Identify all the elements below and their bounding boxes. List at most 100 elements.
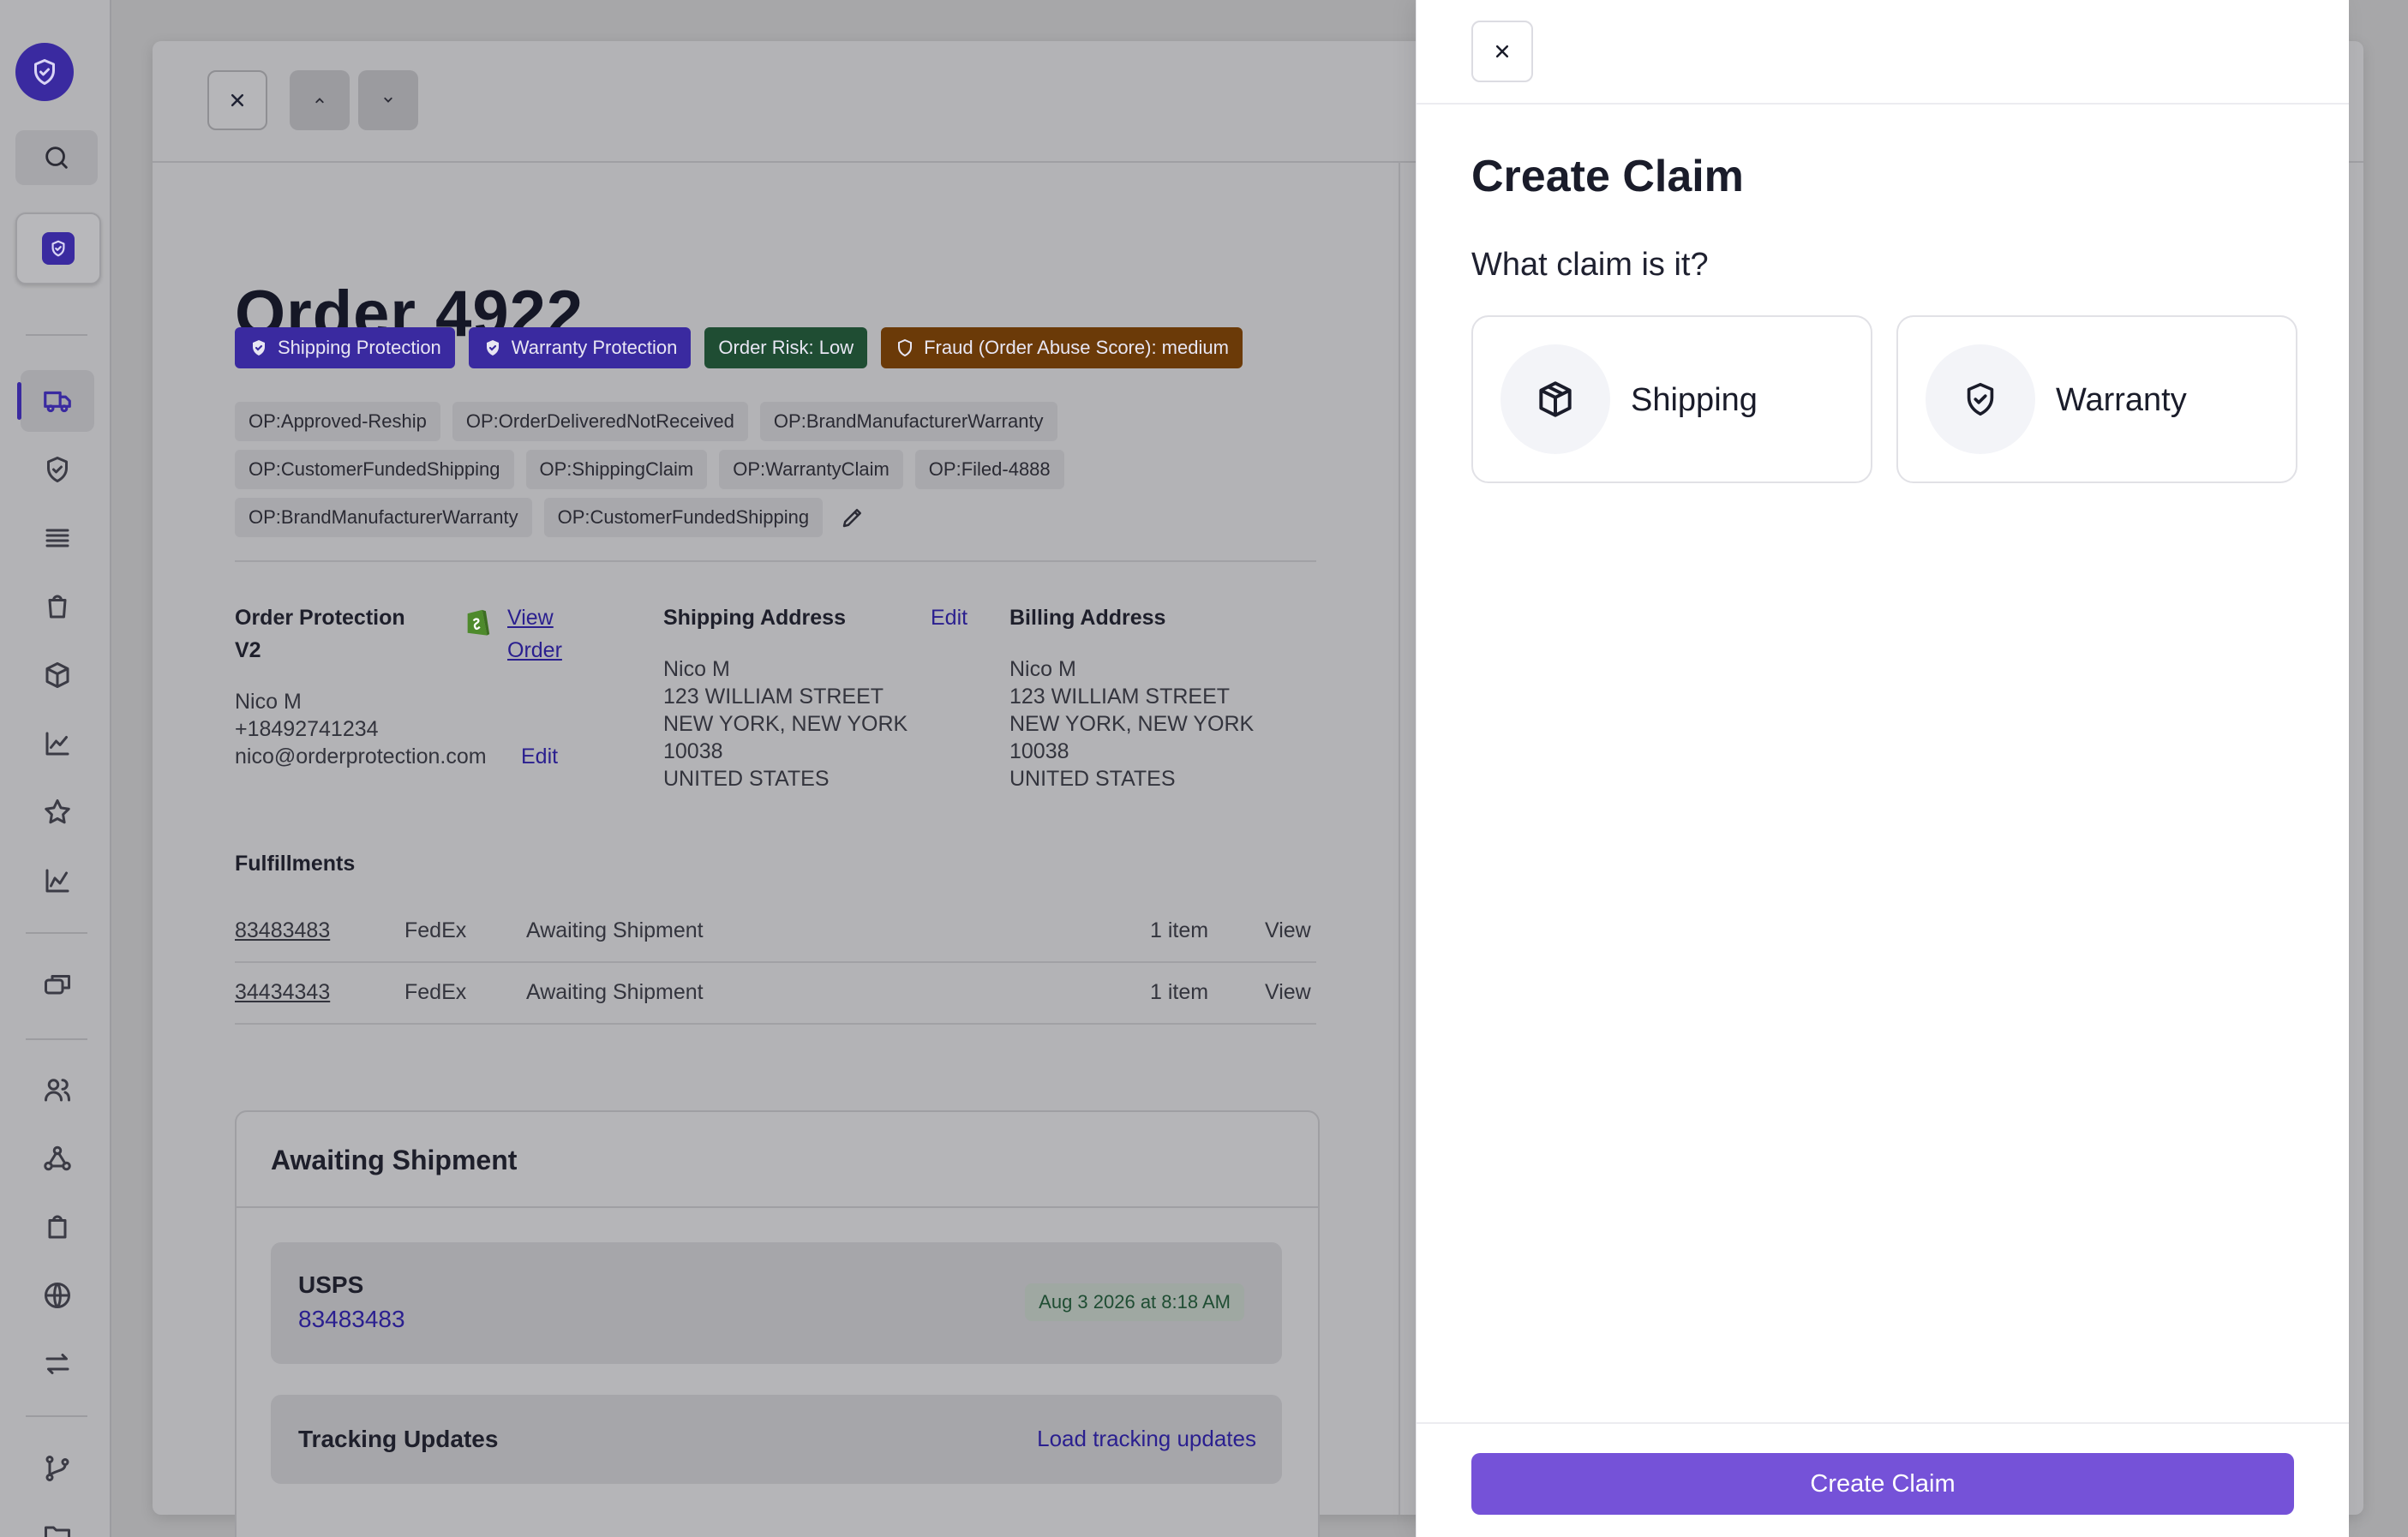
order-tag: OP:OrderDeliveredNotReceived (452, 402, 748, 441)
claim-option-label: Warranty (2056, 382, 2187, 418)
tracking-number-link[interactable]: 83483483 (298, 1306, 405, 1333)
sidebar-item-protection[interactable] (21, 439, 94, 500)
address-line: NEW YORK, NEW YORK (663, 712, 908, 736)
address-line: 10038 (663, 739, 723, 763)
sidebar-item-reports[interactable] (21, 850, 94, 912)
fulfillment-id-link[interactable]: 83483483 (235, 918, 330, 943)
shield-check-icon (253, 340, 265, 356)
pencil-icon (842, 509, 862, 528)
edit-shipping-address-button[interactable]: Edit (931, 606, 967, 631)
sidebar-divider (26, 1415, 87, 1417)
customer-phone: +18492741234 (235, 717, 379, 741)
address-line: 10038 (1009, 739, 1069, 763)
fraud-score-badge: Fraud (Order Abuse Score): medium (881, 327, 1243, 368)
fulfillment-item-count: 1 item (1150, 918, 1209, 942)
fulfillment-status: Awaiting Shipment (526, 918, 704, 942)
tag-row: OP:BrandManufacturerWarranty OP:Customer… (235, 498, 866, 537)
view-order-link-line2[interactable]: Order (507, 638, 562, 663)
sidebar-item-shipments[interactable] (17, 370, 94, 432)
store-name-line2: V2 (235, 638, 261, 662)
chart-icon (45, 732, 69, 756)
sidebar-item-integrations[interactable] (21, 1438, 94, 1499)
edit-tags-button[interactable] (840, 505, 866, 530)
badge-label: Warranty Protection (511, 337, 678, 358)
search-icon (45, 147, 68, 169)
shipping-protection-badge: Shipping Protection (235, 327, 455, 368)
badge-label: Shipping Protection (278, 337, 441, 358)
left-sidebar (0, 0, 111, 1537)
order-tag: OP:WarrantyClaim (719, 450, 903, 489)
edit-customer-button[interactable]: Edit (521, 745, 558, 769)
tag-row: OP:Approved-Reship OP:OrderDeliveredNotR… (235, 402, 1057, 441)
shipment-card: Awaiting Shipment USPS 83483483 Aug 3 20… (235, 1110, 1320, 1537)
messages-icon (45, 975, 70, 995)
carrier-name: USPS (298, 1271, 364, 1298)
shipment-card-header: Awaiting Shipment (237, 1112, 1318, 1208)
shopify-icon (463, 605, 492, 643)
fulfillments-heading: Fulfillments (235, 852, 356, 876)
close-drawer-button[interactable] (1471, 21, 1533, 82)
shipment-date-badge: Aug 3 2026 at 8:18 AM (1025, 1283, 1244, 1321)
users-icon (45, 1079, 70, 1102)
create-claim-button[interactable]: Create Claim (1471, 1453, 2294, 1515)
sidebar-item-orders[interactable] (21, 576, 94, 637)
claim-option-shipping[interactable]: Shipping (1471, 315, 1872, 483)
app-switcher[interactable] (15, 212, 101, 284)
claim-option-warranty[interactable]: Warranty (1896, 315, 2297, 483)
sidebar-item-reviews[interactable] (21, 781, 94, 843)
shipment-card-title: Awaiting Shipment (271, 1145, 518, 1175)
sidebar-item-webhooks[interactable] (21, 1127, 94, 1189)
webhook-icon (44, 1145, 71, 1171)
sidebar-item-analytics[interactable] (21, 713, 94, 774)
list-icon (45, 529, 69, 547)
order-tag: OP:BrandManufacturerWarranty (759, 402, 1057, 441)
sidebar-item-users[interactable] (21, 1059, 94, 1121)
sidebar-item-messages[interactable] (21, 954, 94, 1016)
star-icon (45, 799, 70, 824)
shield-check-icon (1926, 344, 2035, 454)
bag-alt-icon (48, 1215, 67, 1239)
address-line: 123 WILLIAM STREET (663, 685, 884, 709)
warranty-protection-badge: Warranty Protection (468, 327, 692, 368)
sidebar-item-list[interactable] (21, 507, 94, 569)
search-button[interactable] (15, 130, 98, 185)
address-line: UNITED STATES (663, 767, 830, 791)
fulfillment-id-link[interactable]: 34434343 (235, 980, 330, 1005)
sidebar-item-products[interactable] (21, 644, 94, 706)
address-line: Nico M (663, 657, 730, 681)
chevron-up-icon (315, 98, 324, 104)
view-fulfillment-button[interactable]: View (1265, 918, 1311, 943)
sidebar-item-global[interactable] (21, 1265, 94, 1326)
address-line: NEW YORK, NEW YORK (1009, 712, 1255, 736)
arrows-icon (45, 1354, 69, 1374)
view-order-link[interactable]: View (507, 606, 554, 631)
close-icon (231, 93, 244, 107)
sidebar-item-transfers[interactable] (21, 1333, 94, 1395)
create-claim-drawer: Create Claim What claim is it? Shipping … (1416, 0, 2349, 1537)
previous-order-button[interactable] (290, 70, 350, 130)
shield-icon (898, 338, 913, 357)
shield-check-icon (47, 457, 68, 482)
box-icon (45, 662, 69, 688)
tag-row: OP:CustomerFundedShipping OP:ShippingCla… (235, 450, 1064, 489)
order-tag: OP:CustomerFundedShipping (543, 498, 824, 537)
drawer-header (1417, 0, 2349, 105)
address-line: Nico M (1009, 657, 1076, 681)
drawer-footer-divider (1417, 1422, 2349, 1424)
shield-check-icon (486, 340, 499, 356)
table-row: 83483483 FedEx Awaiting Shipment 1 item … (235, 900, 1316, 963)
app-logo-icon (42, 232, 75, 265)
load-tracking-updates-button[interactable]: Load tracking updates (1037, 1426, 1256, 1452)
view-fulfillment-button[interactable]: View (1265, 980, 1311, 1005)
claim-option-label: Shipping (1631, 382, 1758, 418)
sidebar-item-files[interactable] (21, 1504, 94, 1537)
table-row: 34434343 FedEx Awaiting Shipment 1 item … (235, 961, 1316, 1025)
close-order-button[interactable] (207, 70, 267, 130)
sidebar-item-store[interactable] (21, 1196, 94, 1258)
fulfillment-status: Awaiting Shipment (526, 980, 704, 1004)
fulfillment-item-count: 1 item (1150, 980, 1209, 1004)
order-risk-badge: Order Risk: Low (704, 327, 868, 368)
brand-logo[interactable] (15, 43, 74, 101)
order-badges: Shipping Protection Warranty Protection … (235, 327, 1243, 368)
next-order-button[interactable] (358, 70, 418, 130)
